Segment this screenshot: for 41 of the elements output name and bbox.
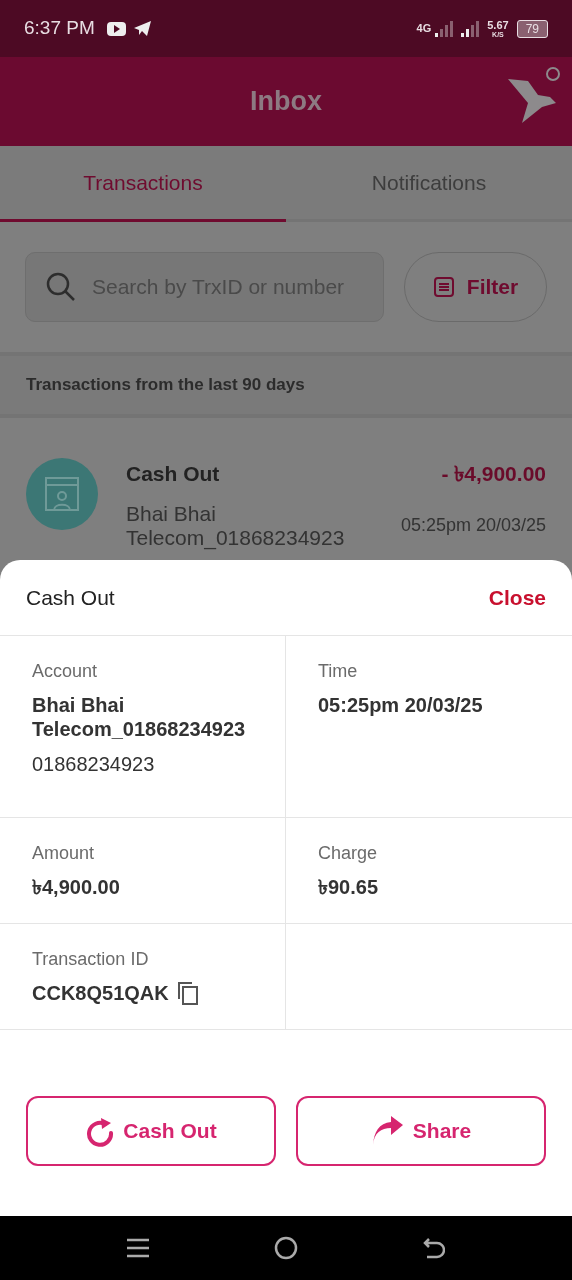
shop-icon (26, 458, 98, 530)
detail-value: 05:25pm 20/03/25 (318, 693, 483, 717)
signal-icon (435, 20, 454, 37)
paper-plane-icon (133, 21, 151, 36)
menu-icon[interactable] (126, 1238, 149, 1258)
detail-value: Bhai Bhai Telecom_01868234923 (32, 693, 247, 741)
search-icon (46, 272, 76, 302)
detail-value: CCK8Q51QAK (32, 981, 169, 1005)
battery-indicator: 79 (516, 19, 548, 38)
detail-label: Charge (318, 842, 379, 865)
detail-secondary: 01868234923 (32, 752, 156, 777)
tab[interactable]: Notifications (286, 146, 572, 222)
home-icon[interactable] (274, 1236, 298, 1260)
copy-icon[interactable] (176, 981, 199, 1005)
transaction-time: 05:25pm 20/03/25 (400, 514, 546, 537)
transaction-type: Cash Out (126, 461, 220, 487)
tab[interactable]: Transactions (0, 146, 286, 222)
back-icon[interactable] (423, 1237, 446, 1259)
data-speed: 5.67 (487, 19, 509, 31)
detail-label: Transaction ID (32, 948, 150, 971)
clock: 6:37 PM (24, 16, 95, 41)
origami-bird-icon (508, 67, 560, 125)
action-button[interactable]: Share (296, 1096, 546, 1166)
sheet-title: Cash Out (26, 584, 115, 611)
detail-label: Time (318, 660, 359, 683)
filter-list-icon (432, 276, 455, 298)
detail-label: Amount (32, 842, 96, 865)
page-title: Inbox (250, 85, 322, 119)
network-type: 4G (416, 23, 432, 34)
detail-label: Account (32, 660, 99, 683)
detail-value: ৳90.65 (318, 875, 379, 899)
detail-value: ৳4,900.00 (32, 875, 120, 899)
transaction-party: Bhai Bhai Telecom_01868234923 (126, 501, 346, 550)
close-button[interactable]: Close (488, 581, 546, 614)
action-button[interactable]: Cash Out (26, 1096, 276, 1166)
transaction-row[interactable]: Cash Out - ৳4,900.00 Bhai Bhai Telecom_01868234923 05:25pm 20/03/25 (0, 418, 572, 560)
video-app-icon (106, 21, 126, 36)
section-label: Transactions from the last 90 days (26, 374, 305, 397)
signal-icon (461, 20, 480, 37)
refresh-icon (85, 1115, 116, 1147)
transaction-amount: - ৳4,900.00 (441, 461, 546, 487)
